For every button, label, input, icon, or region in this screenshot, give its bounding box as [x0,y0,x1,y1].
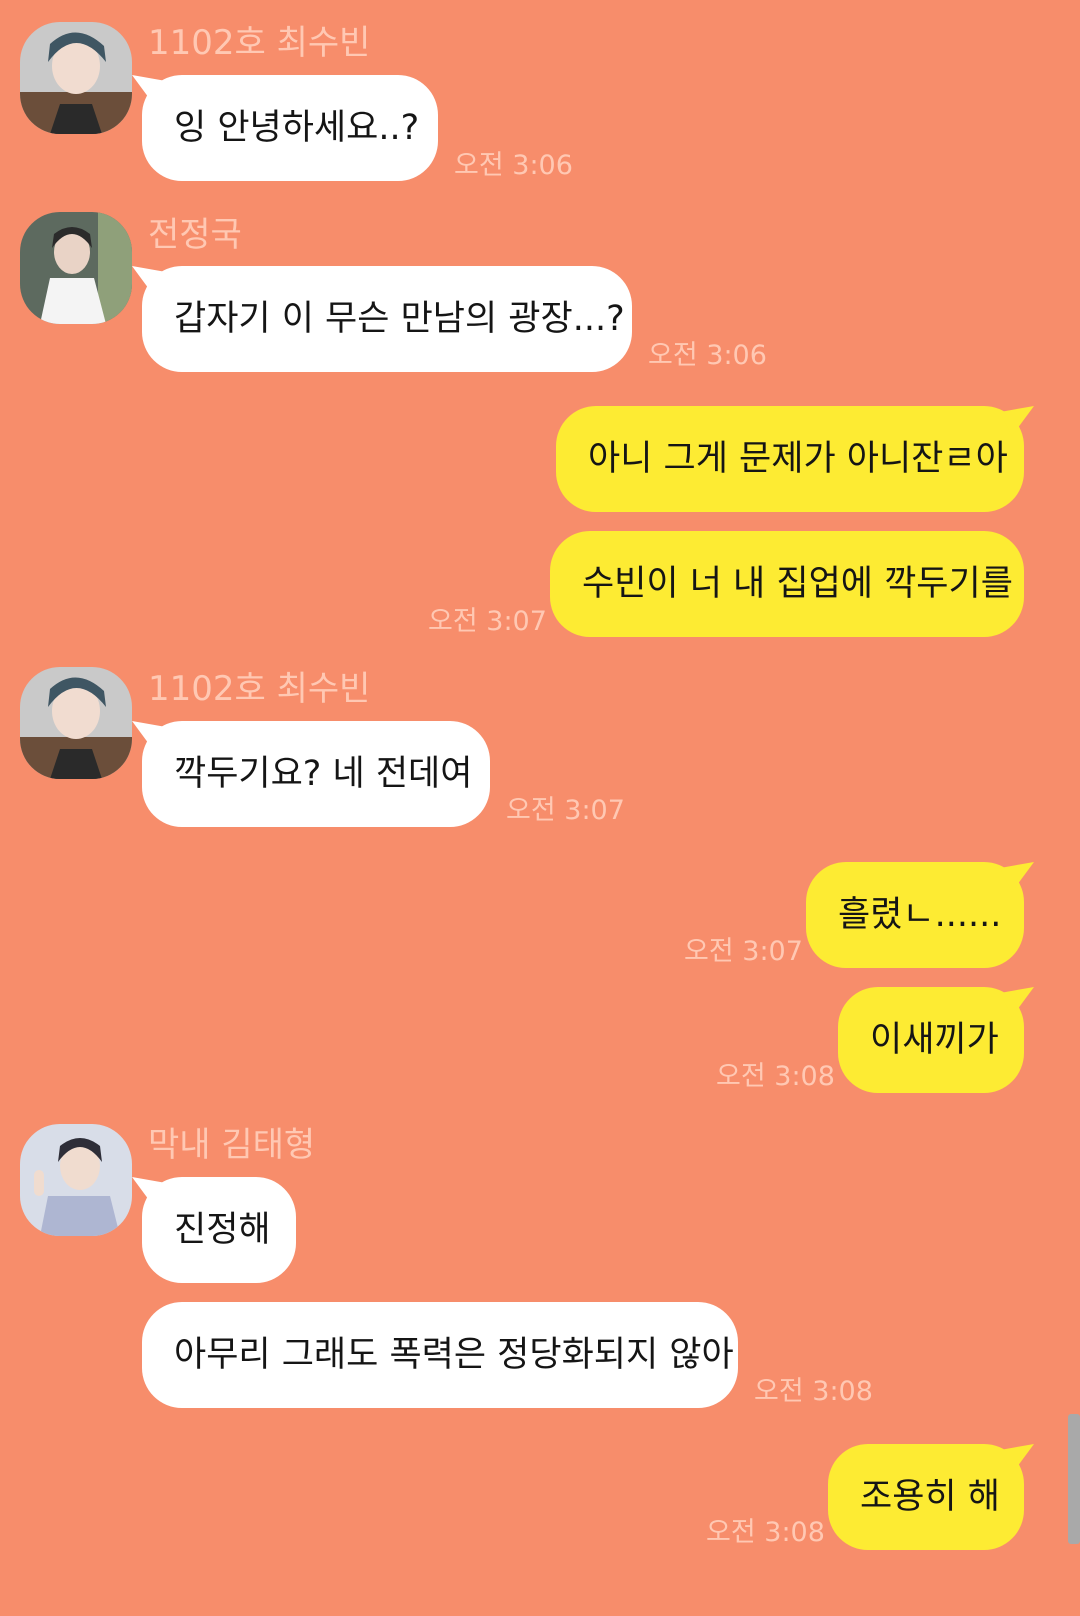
message-bubble[interactable]: 갑자기 이 무슨 만남의 광장...? [142,266,632,372]
scrollbar[interactable] [1068,1414,1080,1544]
message-bubble[interactable]: 진정해 [142,1177,296,1283]
message-time: 오전 3:07 [684,936,803,967]
message-time: 오전 3:08 [716,1061,835,1092]
message-bubble[interactable]: 조용히 해 [828,1444,1024,1550]
sender-avatar[interactable] [20,1124,132,1236]
message-bubble[interactable]: 아니 그게 문제가 아니잔ㄹ아 [556,406,1024,512]
message-time: 오전 3:08 [754,1376,873,1407]
message-bubble[interactable]: 흘렸ㄴ...... [806,862,1024,968]
sender-name: 1102호 최수빈 [148,669,371,709]
message-bubble[interactable]: 잉 안녕하세요..? [142,75,438,181]
message-time: 오전 3:08 [706,1517,825,1548]
message-time: 오전 3:07 [428,606,547,637]
avatar-photo-icon [20,212,132,324]
message-bubble[interactable]: 깍두기요? 네 전데여 [142,721,490,827]
message-time: 오전 3:07 [506,795,625,826]
message-bubble[interactable]: 아무리 그래도 폭력은 정당화되지 않아 [142,1302,738,1408]
avatar-photo-icon [20,22,132,134]
sender-name: 전정국 [148,215,242,255]
message-time: 오전 3:06 [454,150,573,181]
message-bubble[interactable]: 수빈이 너 내 집업에 깍두기를 [550,531,1024,637]
sender-name: 1102호 최수빈 [148,23,371,63]
sender-avatar[interactable] [20,22,132,134]
message-bubble[interactable]: 이새끼가 [838,987,1024,1093]
avatar-photo-icon [20,667,132,779]
sender-avatar[interactable] [20,667,132,779]
avatar-photo-icon [20,1124,132,1236]
message-time: 오전 3:06 [648,340,767,371]
sender-name: 막내 김태형 [148,1125,316,1165]
sender-avatar[interactable] [20,212,132,324]
